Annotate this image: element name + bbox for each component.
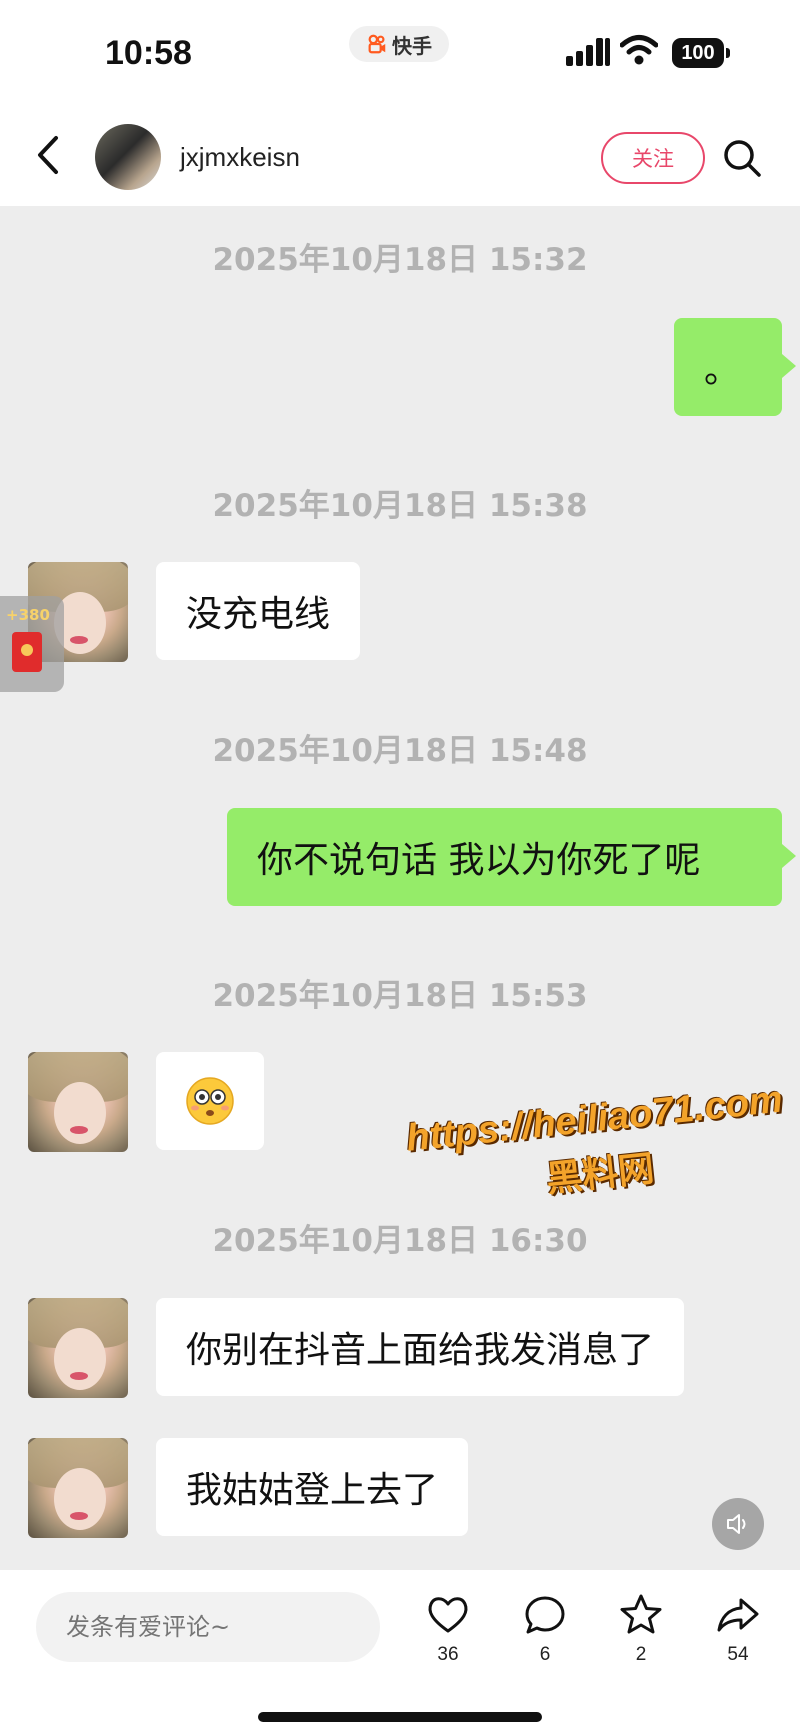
red-packet-widget[interactable]: +380 — [0, 596, 64, 692]
message-timestamp: 2025年10月18日 16:30 — [212, 1223, 588, 1259]
comment-input[interactable] — [36, 1592, 380, 1662]
favorite-count: 2 — [635, 1644, 647, 1665]
message-bubble-received[interactable]: 我姑姑登上去了 — [156, 1438, 469, 1536]
message-bubble-received[interactable]: 你别在抖音上面给我发消息了 — [156, 1298, 685, 1396]
chat-area[interactable]: 2025年10月18日 15:32 。 2025年10月18日 15:38 没充… — [0, 206, 800, 1570]
signal-icon — [566, 38, 610, 66]
bottom-bar: 36 6 2 54 — [0, 1570, 800, 1736]
avatar[interactable] — [28, 1298, 128, 1398]
kuaishou-logo-icon — [368, 34, 386, 54]
message-bubble-sent[interactable]: 。 — [674, 318, 796, 416]
message-bubble-received[interactable]: 没充电线 — [156, 562, 361, 660]
battery-tip — [726, 48, 730, 58]
follow-button[interactable]: 关注 — [601, 132, 705, 184]
like-button[interactable]: 36 — [413, 1592, 483, 1682]
status-bar: 10:58 快手 100 — [0, 0, 800, 100]
comment-count: 6 — [539, 1644, 551, 1665]
message-bubble-sent[interactable]: 你不说句话 我以为你死了呢 — [227, 808, 796, 906]
speaker-icon — [727, 1514, 746, 1534]
heart-icon — [428, 1597, 468, 1633]
contact-avatar[interactable] — [95, 124, 161, 190]
flushed-face-icon — [186, 1077, 234, 1125]
message-timestamp: 2025年10月18日 15:53 — [212, 978, 588, 1014]
avatar[interactable] — [28, 1052, 128, 1152]
share-count: 54 — [727, 1644, 749, 1665]
battery-level: 100 — [672, 38, 724, 68]
message-timestamp: 2025年10月18日 15:32 — [212, 242, 588, 278]
share-icon — [717, 1598, 759, 1632]
red-packet-count: +380 — [6, 606, 50, 624]
avatar[interactable] — [28, 1438, 128, 1538]
home-indicator[interactable] — [258, 1712, 542, 1722]
message-bubble-received[interactable] — [156, 1052, 264, 1150]
wifi-icon — [620, 35, 658, 65]
message-timestamp: 2025年10月18日 15:38 — [212, 488, 588, 524]
contact-username[interactable]: jxjmxkeisn — [180, 142, 300, 173]
red-envelope-icon — [12, 632, 42, 672]
battery-icon: 100 — [672, 38, 730, 68]
back-icon[interactable] — [30, 134, 66, 176]
status-time: 10:58 — [105, 34, 192, 72]
comment-icon — [525, 1596, 565, 1634]
share-button[interactable]: 54 — [703, 1592, 773, 1682]
comment-button[interactable]: 6 — [510, 1592, 580, 1682]
star-icon — [620, 1594, 662, 1634]
chat-header: jxjmxkeisn 关注 — [0, 100, 800, 206]
favorite-button[interactable]: 2 — [606, 1592, 676, 1682]
search-icon[interactable] — [722, 138, 762, 178]
like-count: 36 — [437, 1644, 459, 1665]
app-name: 快手 — [392, 33, 432, 58]
message-timestamp: 2025年10月18日 15:48 — [212, 733, 588, 769]
app-indicator-pill[interactable]: 快手 — [349, 26, 449, 62]
speaker-toggle-button[interactable] — [712, 1498, 764, 1550]
